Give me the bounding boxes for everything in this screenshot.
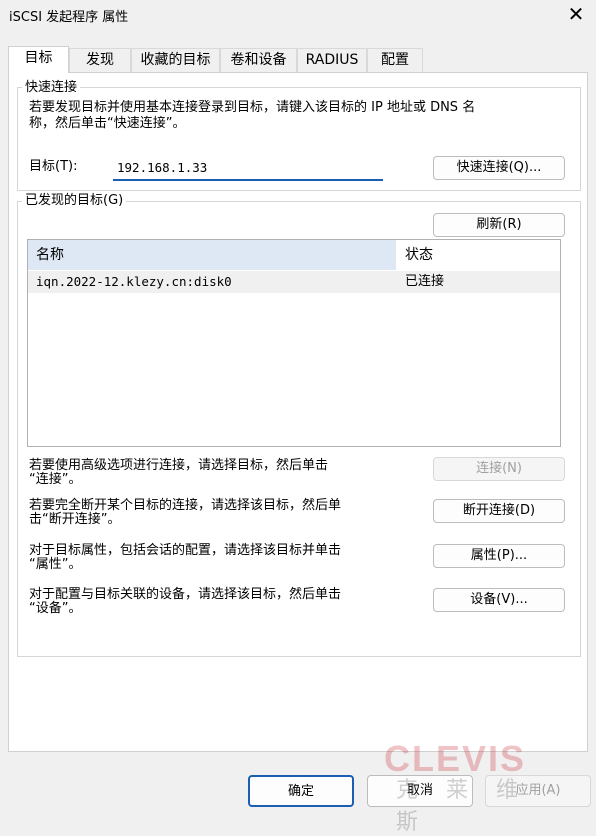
discovered-targets-legend: 已发现的目标(G) — [22, 193, 127, 209]
properties-instructions-line1: 对于目标属性，包括会话的配置，请选择该目标并单击 — [29, 543, 342, 558]
target-input[interactable] — [113, 155, 383, 181]
quick-connect-button[interactable]: 快速连接(Q)... — [433, 156, 565, 180]
target-label: 目标(T): — [29, 159, 78, 174]
refresh-button[interactable]: 刷新(R) — [433, 213, 565, 237]
targets-list-header: 名称 状态 — [28, 240, 560, 270]
title-bar: iSCSI 发起程序 属性 ✕ — [0, 0, 596, 30]
devices-instructions-line1: 对于配置与目标关联的设备，请选择该目标，然后单击 — [29, 587, 342, 602]
cancel-button[interactable]: 取消 — [367, 775, 473, 807]
properties-button[interactable]: 属性(P)... — [433, 544, 565, 568]
properties-instructions-line2: “属性”。 — [29, 557, 82, 572]
column-header-status[interactable]: 状态 — [397, 240, 560, 270]
target-name-cell: iqn.2022-12.klezy.cn:disk0 — [36, 274, 232, 289]
ok-button[interactable]: 确定 — [248, 775, 354, 807]
quick-connect-legend: 快速连接 — [22, 80, 81, 96]
connect-instructions-line2: “连接”。 — [29, 472, 82, 487]
tab-panel-targets: 快速连接 若要发现目标并使用基本连接登录到目标，请键入该目标的 IP 地址或 D… — [8, 72, 588, 752]
tab-radius[interactable]: RADIUS — [297, 48, 367, 72]
disconnect-instructions-line2: 击“断开连接”。 — [29, 512, 121, 527]
window-title: iSCSI 发起程序 属性 — [9, 10, 129, 25]
connect-button[interactable]: 连接(N) — [433, 457, 565, 481]
tab-volumes-devices[interactable]: 卷和设备 — [220, 48, 297, 72]
targets-list[interactable]: 名称 状态 iqn.2022-12.klezy.cn:disk0 已连接 — [27, 239, 561, 447]
tab-targets[interactable]: 目标 — [8, 46, 69, 73]
tab-configuration[interactable]: 配置 — [367, 48, 423, 72]
target-status-cell: 已连接 — [405, 274, 445, 289]
disconnect-button[interactable]: 断开连接(D) — [433, 499, 565, 523]
connect-instructions-line1: 若要使用高级选项进行连接，请选择目标，然后单击 — [29, 458, 329, 473]
devices-instructions-line2: “设备”。 — [29, 601, 82, 616]
table-row[interactable]: iqn.2022-12.klezy.cn:disk0 已连接 — [28, 271, 560, 293]
quick-connect-instructions-line1: 若要发现目标并使用基本连接登录到目标，请键入该目标的 IP 地址或 DNS 名 — [29, 100, 476, 115]
close-icon[interactable]: ✕ — [566, 3, 586, 25]
quick-connect-instructions-line2: 称，然后单击“快速连接”。 — [29, 116, 186, 131]
disconnect-instructions-line1: 若要完全断开某个目标的连接，请选择该目标，然后单 — [29, 498, 342, 513]
apply-button[interactable]: 应用(A) — [485, 775, 591, 807]
tab-discovery[interactable]: 发现 — [69, 48, 131, 72]
column-header-name[interactable]: 名称 — [28, 240, 397, 270]
devices-button[interactable]: 设备(V)... — [433, 588, 565, 612]
tab-favorite-targets[interactable]: 收藏的目标 — [131, 48, 220, 72]
